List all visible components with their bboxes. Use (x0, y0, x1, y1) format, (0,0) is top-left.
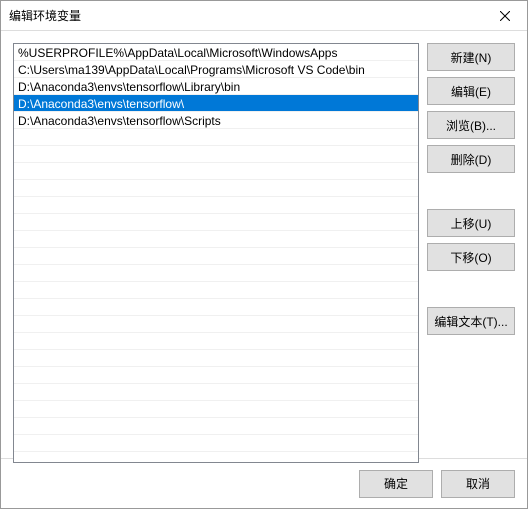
list-empty-row (14, 248, 418, 265)
edit-button[interactable]: 编辑(E) (427, 77, 515, 105)
list-empty-row (14, 180, 418, 197)
side-button-column: 新建(N) 编辑(E) 浏览(B)... 删除(D) 上移(U) 下移(O) 编… (427, 43, 515, 446)
list-empty-row (14, 384, 418, 401)
list-empty-row (14, 333, 418, 350)
list-item[interactable]: D:\Anaconda3\envs\tensorflow\Library\bin (14, 78, 418, 95)
delete-button[interactable]: 删除(D) (427, 145, 515, 173)
list-item[interactable]: C:\Users\ma139\AppData\Local\Programs\Mi… (14, 61, 418, 78)
list-empty-row (14, 214, 418, 231)
list-empty-row (14, 350, 418, 367)
list-empty-row (14, 316, 418, 333)
list-empty-row (14, 435, 418, 452)
list-empty-row (14, 231, 418, 248)
close-icon (500, 11, 510, 21)
close-button[interactable] (482, 1, 527, 31)
list-empty-row (14, 367, 418, 384)
ok-button[interactable]: 确定 (359, 470, 433, 498)
cancel-button[interactable]: 取消 (441, 470, 515, 498)
list-empty-row (14, 146, 418, 163)
new-button[interactable]: 新建(N) (427, 43, 515, 71)
list-empty-row (14, 163, 418, 180)
dialog-footer: 确定 取消 (1, 458, 527, 508)
list-empty-row (14, 265, 418, 282)
edit-text-button[interactable]: 编辑文本(T)... (427, 307, 515, 335)
button-spacer (427, 277, 515, 301)
list-empty-row (14, 401, 418, 418)
window-title: 编辑环境变量 (9, 7, 81, 24)
list-empty-row (14, 418, 418, 435)
titlebar: 编辑环境变量 (1, 1, 527, 31)
move-down-button[interactable]: 下移(O) (427, 243, 515, 271)
list-item[interactable]: D:\Anaconda3\envs\tensorflow\ (14, 95, 418, 112)
move-up-button[interactable]: 上移(U) (427, 209, 515, 237)
list-empty-row (14, 197, 418, 214)
path-listbox[interactable]: %USERPROFILE%\AppData\Local\Microsoft\Wi… (13, 43, 419, 463)
list-empty-row (14, 129, 418, 146)
list-empty-row (14, 282, 418, 299)
list-item[interactable]: D:\Anaconda3\envs\tensorflow\Scripts (14, 112, 418, 129)
browse-button[interactable]: 浏览(B)... (427, 111, 515, 139)
dialog-content: %USERPROFILE%\AppData\Local\Microsoft\Wi… (1, 31, 527, 458)
list-empty-row (14, 299, 418, 316)
button-spacer (427, 179, 515, 203)
list-item[interactable]: %USERPROFILE%\AppData\Local\Microsoft\Wi… (14, 44, 418, 61)
